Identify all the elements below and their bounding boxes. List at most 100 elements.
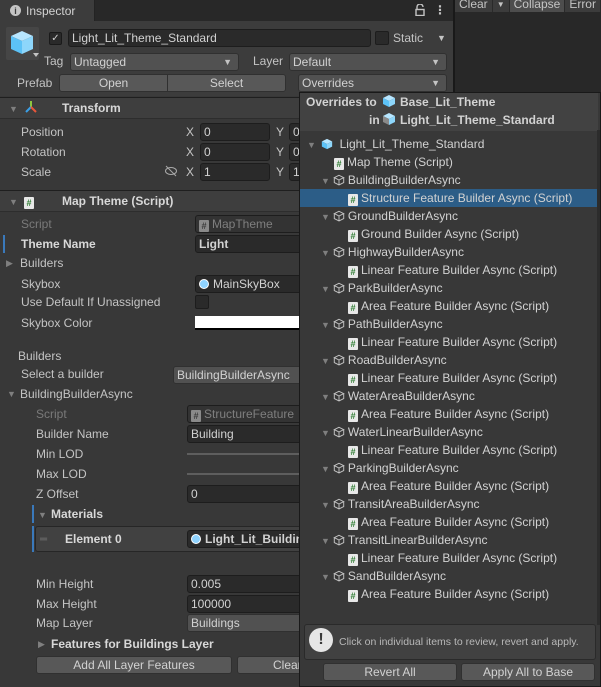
position-x-input[interactable]: 0: [200, 123, 270, 141]
popup-scrollbar[interactable]: [597, 130, 600, 625]
foldout-expanded-icon[interactable]: ▼: [321, 536, 330, 546]
console-clear-dropdown-icon[interactable]: ▼: [493, 0, 510, 12]
max-lod-slider[interactable]: [187, 473, 302, 475]
foldout-expanded-icon[interactable]: ▼: [321, 572, 330, 582]
min-height-input[interactable]: 0.005: [187, 575, 305, 593]
builders-foldout[interactable]: Builders: [20, 256, 63, 270]
element-0-field[interactable]: Light_Lit_Building: [187, 530, 305, 548]
add-all-layer-features-button[interactable]: Add All Layer Features: [36, 656, 232, 674]
foldout-expanded-icon[interactable]: ▼: [321, 428, 330, 438]
rotation-x-label[interactable]: X: [186, 145, 194, 159]
console-clear-button[interactable]: Clear: [455, 0, 493, 12]
foldout-expanded-icon[interactable]: ▼: [7, 389, 16, 399]
use-default-checkbox[interactable]: [195, 295, 209, 309]
foldout-expanded-icon[interactable]: ▼: [321, 392, 330, 402]
prefab-icon: [321, 137, 333, 150]
rotation-y-label[interactable]: Y: [276, 145, 284, 159]
map-layer-dropdown[interactable]: Buildings: [187, 614, 305, 632]
prefab-overrides-dropdown[interactable]: Overrides ▼: [298, 74, 447, 92]
foldout-expanded-icon[interactable]: ▼: [321, 464, 330, 474]
skybox-field[interactable]: MainSkyBox: [195, 275, 305, 293]
tree-component-row[interactable]: # Linear Feature Builder Async (Script): [300, 369, 598, 387]
scale-y-label[interactable]: Y: [276, 165, 284, 179]
materials-foldout[interactable]: Materials: [51, 507, 103, 521]
max-height-input[interactable]: 100000: [187, 595, 305, 613]
tree-component-row[interactable]: # Area Feature Builder Async (Script): [300, 405, 598, 423]
tree-object-row[interactable]: ▼ WaterAreaBuilderAsync: [300, 387, 598, 405]
element-0-value: Light_Lit_Building: [205, 532, 305, 546]
tree-object-row[interactable]: ▼ TransitLinearBuilderAsync: [300, 531, 598, 549]
tag-dropdown[interactable]: Untagged ▼: [70, 53, 239, 71]
tree-object-row[interactable]: ▼ GroundBuilderAsync: [300, 207, 598, 225]
tab-inspector[interactable]: i Inspector: [0, 0, 95, 21]
scale-x-label[interactable]: X: [186, 165, 194, 179]
foldout-expanded-icon[interactable]: ▼: [38, 510, 47, 520]
revert-all-button[interactable]: Revert All: [323, 663, 457, 681]
layer-dropdown[interactable]: Default ▼: [289, 53, 447, 71]
more-options-icon[interactable]: ⋮: [434, 3, 446, 17]
foldout-expanded-icon[interactable]: ▼: [321, 500, 330, 510]
lock-icon[interactable]: [415, 3, 427, 17]
tree-object-row[interactable]: ▼ TransitAreaBuilderAsync: [300, 495, 598, 513]
constrain-proportions-icon[interactable]: [164, 165, 178, 177]
object-name-input[interactable]: Light_Lit_Theme_Standard: [68, 29, 371, 47]
static-checkbox[interactable]: [375, 31, 389, 45]
static-dropdown-icon[interactable]: ▼: [437, 33, 446, 43]
tree-object-row[interactable]: ▼ BuildingBuilderAsync: [300, 171, 598, 189]
console-error-toggle[interactable]: Error: [565, 0, 601, 12]
clear-button[interactable]: Clear: [237, 656, 307, 674]
theme-name-input[interactable]: Light: [195, 235, 305, 253]
building-builder-foldout[interactable]: BuildingBuilderAsync: [20, 387, 133, 401]
tree-component-row[interactable]: # Linear Feature Builder Async (Script): [300, 441, 598, 459]
features-foldout[interactable]: Features for Buildings Layer: [51, 637, 214, 651]
prefab-open-button[interactable]: Open: [59, 74, 168, 92]
foldout-expanded-icon[interactable]: ▼: [321, 284, 330, 294]
prefab-icon[interactable]: [6, 27, 39, 60]
position-y-label[interactable]: Y: [276, 125, 284, 139]
foldout-expanded-icon[interactable]: ▼: [321, 248, 330, 258]
active-checkbox[interactable]: ✓: [49, 32, 62, 45]
tree-root-row[interactable]: ▼ Light_Lit_Theme_Standard: [300, 135, 598, 153]
tree-component-row[interactable]: # Area Feature Builder Async (Script): [300, 513, 598, 531]
drag-handle-icon[interactable]: ═: [40, 534, 47, 545]
map-theme-title: Map Theme (Script): [62, 194, 174, 208]
foldout-expanded-icon[interactable]: ▼: [321, 212, 330, 222]
tree-component-row[interactable]: # Linear Feature Builder Async (Script): [300, 549, 598, 567]
foldout-expanded-icon[interactable]: ▼: [9, 197, 18, 207]
tree-component-row[interactable]: # Linear Feature Builder Async (Script): [300, 261, 598, 279]
tree-object-row[interactable]: ▼ RoadBuilderAsync: [300, 351, 598, 369]
script-icon: #: [334, 158, 344, 170]
script-icon: #: [348, 446, 358, 458]
tree-object-row[interactable]: ▼ PathBuilderAsync: [300, 315, 598, 333]
tree-object-row[interactable]: ▼ WaterLinearBuilderAsync: [300, 423, 598, 441]
tree-component-row[interactable]: # Area Feature Builder Async (Script): [300, 297, 598, 315]
apply-all-to-base-button[interactable]: Apply All to Base: [461, 663, 595, 681]
select-builder-dropdown[interactable]: BuildingBuilderAsync: [173, 366, 308, 384]
tree-object-row[interactable]: ▼ HighwayBuilderAsync: [300, 243, 598, 261]
tree-object-row[interactable]: ▼ ParkingBuilderAsync: [300, 459, 598, 477]
foldout-expanded-icon[interactable]: ▼: [307, 140, 316, 150]
tree-component-row[interactable]: # Ground Builder Async (Script): [300, 225, 598, 243]
foldout-expanded-icon[interactable]: ▼: [321, 356, 330, 366]
foldout-expanded-icon[interactable]: ▼: [321, 176, 330, 186]
builder-name-input[interactable]: Building: [187, 425, 305, 443]
z-offset-input[interactable]: 0: [187, 485, 305, 503]
console-collapse-button[interactable]: Collapse: [509, 0, 566, 12]
foldout-expanded-icon[interactable]: ▼: [9, 104, 18, 114]
tree-object-row[interactable]: ▼ ParkBuilderAsync: [300, 279, 598, 297]
tree-component-row[interactable]: # Area Feature Builder Async (Script): [300, 585, 598, 603]
foldout-expanded-icon[interactable]: ▼: [321, 320, 330, 330]
foldout-collapsed-icon[interactable]: ▶: [6, 258, 13, 269]
position-x-label[interactable]: X: [186, 125, 194, 139]
tree-root-script-row[interactable]: # Map Theme (Script): [300, 153, 598, 171]
foldout-collapsed-icon[interactable]: ▶: [38, 639, 45, 650]
prefab-select-button[interactable]: Select: [167, 74, 286, 92]
tree-component-row[interactable]: # Area Feature Builder Async (Script): [300, 477, 598, 495]
scale-x-input[interactable]: 1: [200, 163, 270, 181]
tree-component-row[interactable]: # Linear Feature Builder Async (Script): [300, 333, 598, 351]
tree-component-row[interactable]: # Structure Feature Builder Async (Script…: [300, 189, 598, 207]
tree-object-row[interactable]: ▼ SandBuilderAsync: [300, 567, 598, 585]
skybox-color-swatch[interactable]: [195, 316, 305, 330]
rotation-x-input[interactable]: 0: [200, 143, 270, 161]
min-lod-slider[interactable]: [187, 453, 302, 455]
